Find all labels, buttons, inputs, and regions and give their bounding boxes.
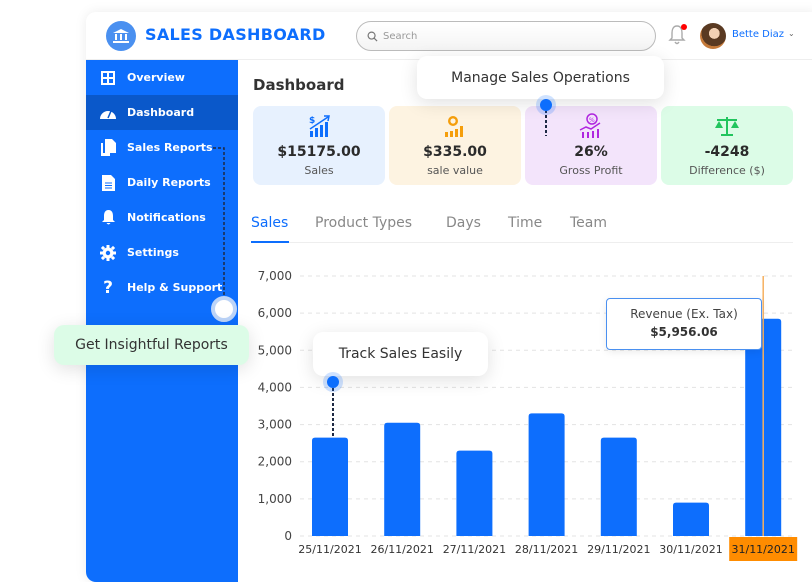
y-tick-label: 6,000	[258, 306, 292, 320]
callout-dot	[323, 372, 343, 392]
tooltip-title: Revenue (Ex. Tax)	[630, 307, 738, 321]
x-tick-label: 25/11/2021	[298, 543, 361, 556]
y-tick-label: 5,000	[258, 343, 292, 357]
bar[interactable]	[600, 437, 637, 536]
bar[interactable]	[384, 422, 421, 536]
bar[interactable]	[312, 437, 348, 536]
callout-ring	[211, 296, 237, 322]
y-tick-label: 2,000	[258, 455, 292, 469]
y-tick-label: 0	[284, 529, 292, 543]
x-tick-label: 28/11/2021	[515, 543, 578, 556]
x-tick-label: 30/11/2021	[659, 543, 722, 556]
callout-manage-sales: Manage Sales Operations	[417, 56, 664, 99]
x-tick-label: 27/11/2021	[443, 543, 506, 556]
bar[interactable]	[528, 413, 565, 536]
y-tick-label: 4,000	[258, 380, 292, 394]
x-tick-label: 29/11/2021	[587, 543, 650, 556]
callout-dot	[536, 95, 556, 115]
tooltip-value: $5,956.06	[650, 325, 718, 339]
x-tick-label: 26/11/2021	[370, 543, 433, 556]
callout-track-sales: Track Sales Easily	[313, 332, 488, 376]
bar[interactable]	[456, 450, 493, 536]
bar[interactable]	[673, 502, 709, 536]
revenue-tooltip: Revenue (Ex. Tax) $5,956.06	[606, 298, 762, 350]
x-tick-label: 31/11/2021	[731, 543, 794, 556]
y-tick-label: 3,000	[258, 418, 292, 432]
y-tick-label: 7,000	[258, 269, 292, 283]
sales-bar-chart: 0 1,000 2,000 3,000 4,000 5,000 6,000 7,000 25/1…	[258, 269, 798, 561]
callout-insightful-reports: Get Insightful Reports	[54, 325, 249, 365]
y-tick-label: 1,000	[258, 492, 292, 506]
